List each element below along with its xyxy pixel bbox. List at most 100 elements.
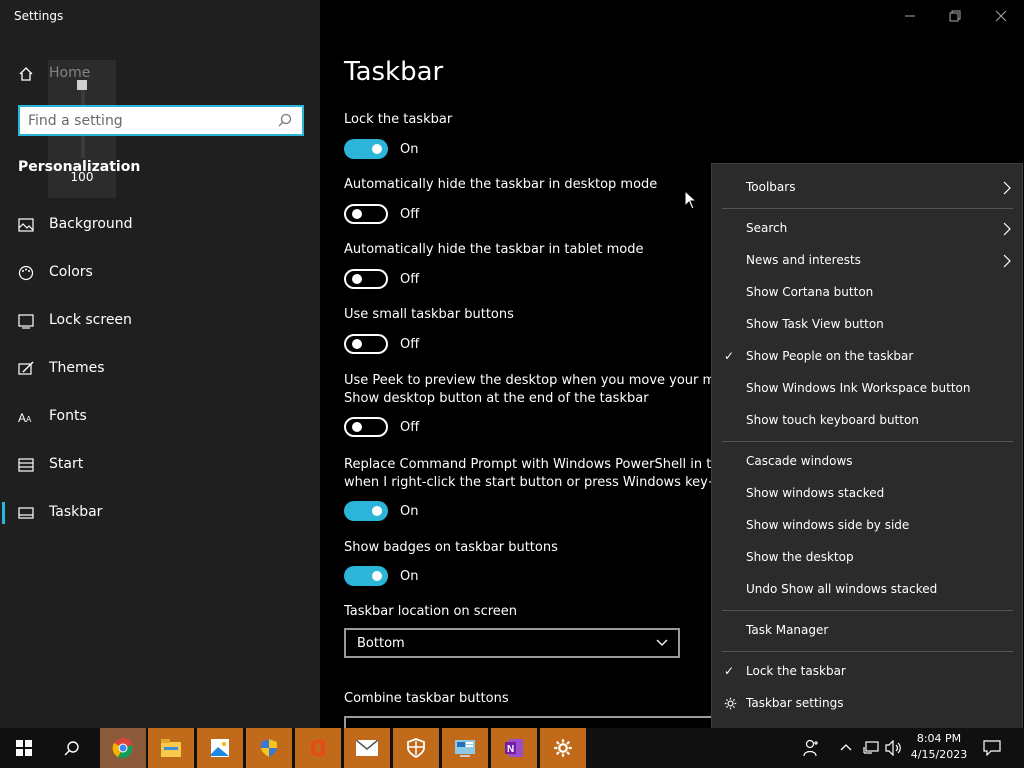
search-input[interactable] bbox=[20, 107, 268, 134]
menu-item-news[interactable]: News and interests bbox=[746, 253, 861, 267]
nav-taskbar[interactable]: Taskbar bbox=[0, 493, 320, 533]
mouse-cursor-icon bbox=[684, 190, 698, 210]
palette-icon bbox=[18, 265, 34, 281]
nav-themes[interactable]: Themes bbox=[0, 349, 320, 389]
minimize-button[interactable] bbox=[902, 8, 918, 24]
powershell-toggle[interactable] bbox=[344, 501, 388, 521]
taskbar-app-onenote[interactable]: N bbox=[491, 728, 537, 768]
toggle-state: Off bbox=[400, 420, 420, 435]
search-icon[interactable] bbox=[278, 113, 292, 127]
menu-item-taskbar-settings[interactable]: Taskbar settings bbox=[746, 696, 843, 710]
chevron-down-icon bbox=[656, 639, 668, 646]
autohide-tablet-toggle[interactable] bbox=[344, 269, 388, 289]
menu-separator bbox=[722, 441, 1013, 442]
menu-item-touch-keyboard[interactable]: Show touch keyboard button bbox=[746, 413, 919, 427]
control-panel-icon bbox=[455, 740, 475, 757]
lock-taskbar-toggle[interactable] bbox=[344, 139, 388, 159]
start-icon bbox=[18, 458, 34, 472]
toggle-state: Off bbox=[400, 337, 420, 352]
picture-icon bbox=[18, 218, 34, 232]
check-icon: ✓ bbox=[724, 349, 735, 363]
nav-background[interactable]: Background bbox=[0, 205, 320, 245]
nav-lock-screen-label: Lock screen bbox=[49, 312, 132, 328]
toggle-state: Off bbox=[400, 272, 420, 287]
nav-colors-label: Colors bbox=[49, 264, 93, 280]
toggle-knob bbox=[372, 571, 382, 581]
chevron-right-icon bbox=[1003, 222, 1011, 236]
menu-item-toolbars[interactable]: Toolbars bbox=[746, 180, 795, 194]
toggle-state: On bbox=[400, 504, 419, 519]
setting-label: Lock the taskbar bbox=[344, 112, 453, 127]
chevron-right-icon bbox=[1003, 254, 1011, 268]
search-icon bbox=[64, 741, 79, 756]
taskbar-app-office[interactable] bbox=[295, 728, 341, 768]
taskbar-search-button[interactable] bbox=[48, 728, 94, 768]
network-icon[interactable] bbox=[863, 740, 879, 756]
close-button[interactable] bbox=[993, 8, 1009, 24]
chevron-up-icon[interactable] bbox=[840, 743, 852, 751]
toggle-state: On bbox=[400, 569, 419, 584]
taskbar-app-explorer[interactable] bbox=[148, 728, 194, 768]
toggle-state: On bbox=[400, 142, 419, 157]
toggle-knob bbox=[352, 339, 362, 349]
peek-toggle[interactable] bbox=[344, 417, 388, 437]
menu-separator bbox=[722, 208, 1013, 209]
nav-fonts-label: Fonts bbox=[49, 408, 87, 424]
taskbar-app-mail[interactable] bbox=[344, 728, 390, 768]
lock-screen-icon bbox=[18, 314, 34, 329]
people-icon[interactable] bbox=[803, 739, 819, 757]
setting-label-line2: when I right-click the start button or p… bbox=[344, 475, 728, 490]
taskbar-icon bbox=[18, 507, 34, 519]
nav-start-label: Start bbox=[49, 456, 84, 472]
find-setting-search[interactable] bbox=[18, 105, 304, 136]
volume-thumb[interactable] bbox=[77, 80, 87, 90]
nav-start[interactable]: Start bbox=[0, 445, 320, 485]
taskbar-app-photos[interactable] bbox=[197, 728, 243, 768]
nav-background-label: Background bbox=[49, 216, 133, 232]
menu-item-task-manager[interactable]: Task Manager bbox=[746, 623, 828, 637]
taskbar-app-control-panel[interactable] bbox=[442, 728, 488, 768]
svg-text:A: A bbox=[18, 411, 26, 425]
taskbar-app-defender[interactable] bbox=[393, 728, 439, 768]
nav-colors[interactable]: Colors bbox=[0, 253, 320, 293]
action-center-icon[interactable] bbox=[983, 740, 1001, 756]
svg-text:N: N bbox=[507, 744, 514, 755]
menu-item-stacked[interactable]: Show windows stacked bbox=[746, 486, 884, 500]
toggle-knob bbox=[372, 506, 382, 516]
menu-item-people[interactable]: Show People on the taskbar bbox=[746, 349, 913, 363]
menu-item-search[interactable]: Search bbox=[746, 221, 787, 235]
taskbar-app-chrome[interactable] bbox=[100, 728, 146, 768]
chevron-right-icon bbox=[1003, 181, 1011, 195]
windows-logo-icon bbox=[16, 740, 32, 756]
menu-item-ink[interactable]: Show Windows Ink Workspace button bbox=[746, 381, 970, 395]
autohide-desktop-toggle[interactable] bbox=[344, 204, 388, 224]
start-button[interactable] bbox=[0, 728, 46, 768]
setting-label: Automatically hide the taskbar in tablet… bbox=[344, 242, 644, 257]
office-icon bbox=[311, 739, 325, 757]
menu-item-side-by-side[interactable]: Show windows side by side bbox=[746, 518, 909, 532]
taskbar-app-settings[interactable] bbox=[540, 728, 586, 768]
security-shield-icon bbox=[261, 739, 277, 757]
check-icon: ✓ bbox=[724, 664, 735, 678]
menu-item-show-desktop[interactable]: Show the desktop bbox=[746, 550, 854, 564]
menu-item-cortana[interactable]: Show Cortana button bbox=[746, 285, 873, 299]
nav-lock-screen[interactable]: Lock screen bbox=[0, 301, 320, 341]
restore-button[interactable] bbox=[947, 8, 963, 24]
menu-item-cascade[interactable]: Cascade windows bbox=[746, 454, 853, 468]
system-clock[interactable]: 8:04 PM 4/15/2023 bbox=[905, 731, 973, 763]
taskbar-location-dropdown[interactable]: Bottom bbox=[344, 628, 680, 658]
menu-item-lock-taskbar[interactable]: Lock the taskbar bbox=[746, 664, 846, 678]
badges-toggle[interactable] bbox=[344, 566, 388, 586]
toggle-knob bbox=[352, 274, 362, 284]
small-buttons-toggle[interactable] bbox=[344, 334, 388, 354]
menu-separator bbox=[722, 651, 1013, 652]
onenote-icon: N bbox=[505, 739, 523, 757]
settings-gear-icon bbox=[554, 739, 572, 757]
taskbar-app-security[interactable] bbox=[246, 728, 292, 768]
menu-item-undo-stacked[interactable]: Undo Show all windows stacked bbox=[746, 582, 937, 596]
setting-label-line2: Show desktop button at the end of the ta… bbox=[344, 391, 649, 406]
nav-fonts[interactable]: AA Fonts bbox=[0, 397, 320, 437]
taskbar-context-menu: Toolbars Search News and interests Show … bbox=[711, 163, 1023, 729]
menu-item-task-view[interactable]: Show Task View button bbox=[746, 317, 884, 331]
volume-icon[interactable] bbox=[885, 740, 903, 756]
